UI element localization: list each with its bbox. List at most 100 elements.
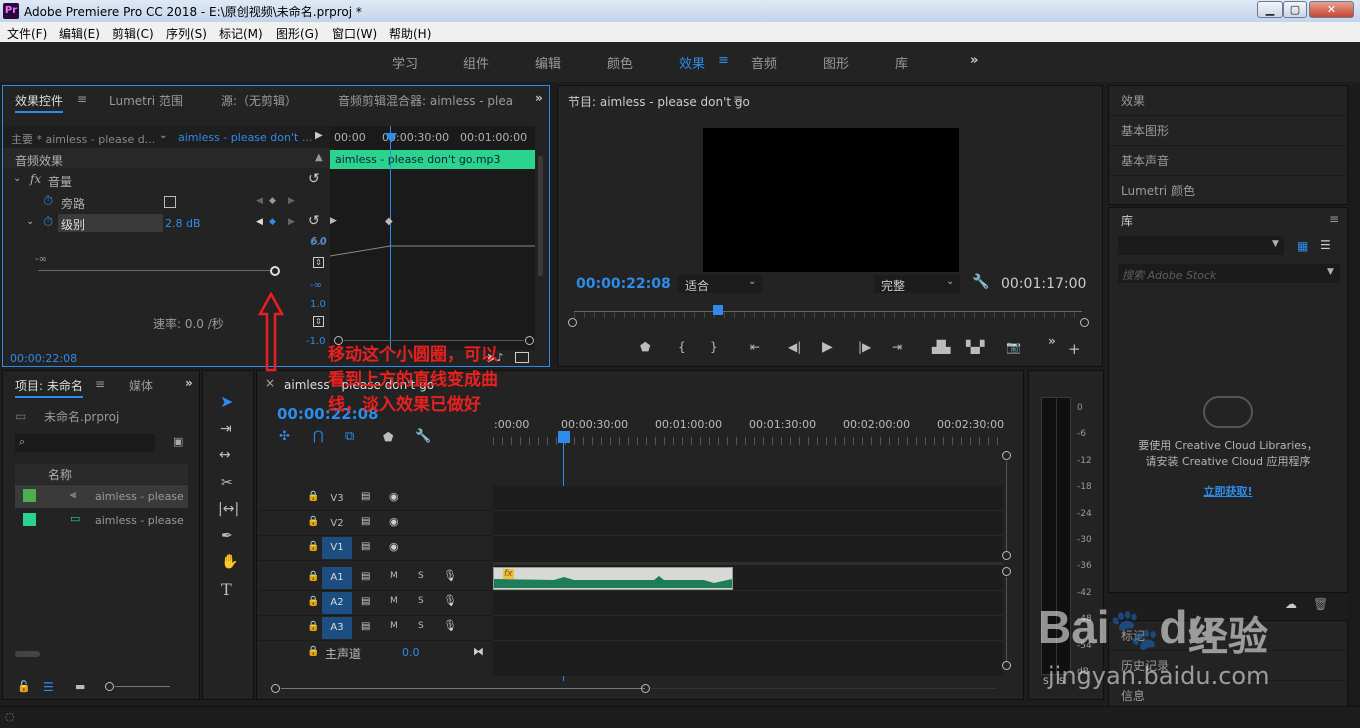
lock-icon[interactable]: 🔒 xyxy=(307,621,319,632)
level-keyframe-icon[interactable]: ◆ xyxy=(269,217,276,227)
libraries-menu-icon[interactable]: ≡ xyxy=(1329,212,1339,226)
library-select[interactable]: ▼ xyxy=(1118,236,1284,255)
add-keyframe-icon[interactable]: ◆ xyxy=(269,196,276,206)
eye-icon[interactable]: ◉ xyxy=(389,515,399,528)
sync-lock-icon[interactable]: ▤ xyxy=(361,596,370,607)
program-title[interactable]: 节目: aimless - please don't go xyxy=(568,93,750,110)
next-keyframe-icon[interactable]: ▶ xyxy=(288,196,295,206)
sync-lock-icon[interactable]: ▤ xyxy=(361,516,370,527)
libraries-title[interactable]: 库 xyxy=(1121,212,1133,229)
camera-icon[interactable]: 📷 xyxy=(1006,340,1021,354)
prev-keyframe-icon[interactable]: ◀ xyxy=(256,196,263,206)
ec-playhead-marker[interactable] xyxy=(385,133,397,143)
project-search-input[interactable]: ⌕ xyxy=(15,434,155,452)
add-marker-icon[interactable]: ⬟ xyxy=(383,430,393,444)
stock-search-input[interactable]: 搜索 Adobe Stock ▼ xyxy=(1118,264,1340,283)
scale-toggle2-icon[interactable]: ⇕ xyxy=(313,316,324,327)
track-label[interactable]: V1 xyxy=(322,537,352,559)
project-list-header[interactable]: 名称 xyxy=(15,464,188,484)
mark-in-icon[interactable]: { xyxy=(678,340,686,354)
icon-view-button-icon[interactable]: ▬ xyxy=(75,680,85,693)
fx-icon[interactable]: fx xyxy=(30,172,41,186)
tab-source[interactable]: 源:（无剪辑） xyxy=(221,92,297,109)
track-lanes[interactable]: fx xyxy=(493,486,1003,676)
timeline-settings-icon[interactable]: 🔧 xyxy=(415,429,431,444)
lock-icon[interactable]: 🔒 xyxy=(307,571,319,582)
close-sequence-icon[interactable]: × xyxy=(265,376,275,390)
solo-button[interactable]: S xyxy=(418,596,424,606)
mute-button[interactable]: M xyxy=(390,621,398,631)
ec-vertical-scrollbar[interactable] xyxy=(538,156,543,276)
mark-out-icon[interactable]: } xyxy=(710,340,718,354)
timeline-vscroll-bottom[interactable] xyxy=(1002,551,1011,560)
stopwatch-icon[interactable]: ⏱ xyxy=(43,194,53,209)
step-back-icon[interactable]: ◀| xyxy=(788,340,801,354)
tab-menu-icon[interactable]: ≡ xyxy=(77,92,87,106)
menu-marker[interactable]: 标记(M) xyxy=(219,25,263,42)
essential-graphics-tab[interactable]: 基本图形 xyxy=(1109,116,1347,146)
snap-icon[interactable]: ⋂ xyxy=(313,429,324,444)
solo-button[interactable]: S xyxy=(418,621,424,631)
prev-level-keyframe-icon[interactable]: ◀ xyxy=(256,217,263,227)
list-view-button-icon[interactable]: ☰ xyxy=(43,680,54,694)
menu-file[interactable]: 文件(F) xyxy=(7,25,47,42)
eye-icon[interactable]: ◉ xyxy=(389,540,399,553)
lock-icon[interactable]: 🔒 xyxy=(307,596,319,607)
menu-clip[interactable]: 剪辑(C) xyxy=(112,25,154,42)
maximize-button[interactable]: ▢ xyxy=(1283,1,1307,18)
minimize-button[interactable]: ▁ xyxy=(1257,1,1283,18)
type-tool-icon[interactable]: T xyxy=(221,580,232,599)
program-menu-icon[interactable]: ≡ xyxy=(733,92,743,106)
sync-lock-icon[interactable]: ▤ xyxy=(361,541,370,552)
workspace-color[interactable]: 颜色 xyxy=(607,53,633,72)
track-label[interactable]: A3 xyxy=(322,617,352,639)
track-select-tool-icon[interactable]: ⇥ xyxy=(220,421,232,437)
pen-tool-icon[interactable]: ✒ xyxy=(221,528,233,544)
tab-project[interactable]: 项目: 未命名 xyxy=(15,377,83,398)
keyframe-nav-icon[interactable]: ▶ xyxy=(330,216,337,226)
reset-icon[interactable]: ↺ xyxy=(308,171,320,187)
selection-tool-icon[interactable]: ➤ xyxy=(220,392,233,411)
microphone-icon[interactable]: 🎙 xyxy=(443,594,457,607)
menu-help[interactable]: 帮助(H) xyxy=(389,25,431,42)
microphone-icon[interactable]: 🎙 xyxy=(443,619,457,632)
solo-button[interactable]: S xyxy=(418,571,424,581)
audio-clip[interactable]: fx xyxy=(493,567,733,590)
ec-scrollbar[interactable] xyxy=(344,340,524,341)
tab-effect-controls[interactable]: 效果控件 xyxy=(15,92,64,113)
bypass-checkbox[interactable] xyxy=(164,196,176,208)
ripple-edit-tool-icon[interactable]: ↔ xyxy=(219,447,231,463)
track-label[interactable]: V3 xyxy=(323,488,351,510)
eye-icon[interactable]: ◉ xyxy=(389,490,399,503)
workspace-libraries[interactable]: 库 xyxy=(895,53,908,72)
mute-button[interactable]: M xyxy=(390,571,398,581)
program-playhead[interactable] xyxy=(713,305,723,315)
wrench-icon[interactable]: 🔧 xyxy=(972,274,989,290)
ec-clip-bar[interactable]: aimless - please don't go.mp3 xyxy=(330,150,535,169)
next-level-keyframe-icon[interactable]: ▶ xyxy=(288,217,295,227)
slip-tool-icon[interactable]: |↔| xyxy=(218,501,239,517)
menu-window[interactable]: 窗口(W) xyxy=(332,25,377,42)
scale-toggle-icon[interactable]: ⇕ xyxy=(313,257,324,268)
workspace-graphics[interactable]: 图形 xyxy=(823,53,849,72)
project-menu-icon[interactable]: ≡ xyxy=(95,377,105,391)
grid-view-icon[interactable]: ▦ xyxy=(1297,239,1308,253)
timeline-hscroll-left[interactable] xyxy=(271,684,280,693)
nest-toggle-icon[interactable]: ✣ xyxy=(279,429,290,444)
ec-timecode[interactable]: 00:00:22:08 xyxy=(10,352,77,365)
expand-level-icon[interactable]: ⌄ xyxy=(26,216,34,227)
list-view-icon[interactable]: ☰ xyxy=(1320,238,1331,252)
lock-icon[interactable]: 🔓 xyxy=(17,680,31,693)
workspace-learn[interactable]: 学习 xyxy=(392,53,418,72)
zoom-slider-handle[interactable] xyxy=(105,682,114,691)
razor-tool-icon[interactable]: ✂ xyxy=(221,475,233,491)
get-now-link[interactable]: 立即获取! xyxy=(1109,483,1347,499)
sync-lock-icon[interactable]: ▤ xyxy=(361,571,370,582)
level-value[interactable]: 2.8 dB xyxy=(165,217,201,230)
go-to-in-icon[interactable]: ⇤ xyxy=(750,340,760,354)
master-expand-icon[interactable]: ⧓ xyxy=(473,645,484,658)
add-button-icon[interactable]: + xyxy=(1068,340,1081,358)
workspace-effects[interactable]: 效果 xyxy=(679,53,705,72)
step-forward-icon[interactable]: |▶ xyxy=(858,340,871,354)
sync-lock-icon[interactable]: ▤ xyxy=(361,491,370,502)
